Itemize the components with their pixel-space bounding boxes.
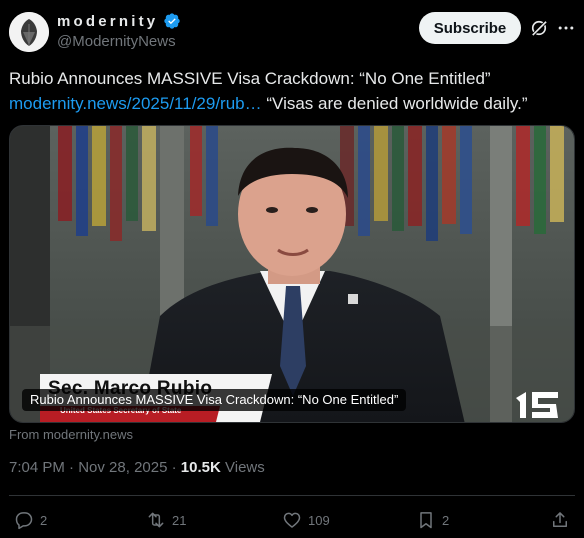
action-bar: 2 21 109 2 (0, 506, 584, 534)
share-button[interactable] (550, 506, 570, 534)
grok-icon[interactable] (529, 18, 549, 38)
account-handle[interactable]: @ModernityNews (57, 33, 176, 50)
verified-badge-icon (164, 13, 180, 29)
repost-button[interactable]: 21 (146, 506, 186, 534)
reply-count: 2 (40, 512, 48, 528)
like-count: 109 (308, 512, 330, 528)
heart-icon (283, 512, 301, 528)
views-count: 10.5K (180, 459, 221, 476)
bookmark-icon (420, 512, 432, 529)
account-name-row[interactable]: modernity (57, 12, 181, 30)
repost-count: 21 (172, 512, 187, 528)
tweet-date[interactable]: Nov 28, 2025 (78, 459, 167, 476)
tweet-text: Rubio Announces MASSIVE Visa Crackdown: … (9, 66, 575, 116)
reply-button[interactable]: 2 (14, 506, 47, 534)
avatar-logo-icon (9, 12, 49, 52)
repost-icon (148, 512, 164, 528)
display-name[interactable]: modernity (57, 13, 158, 30)
tweet-quote: “Visas are denied worldwide daily.” (266, 94, 528, 113)
tweet-time[interactable]: 7:04 PM (9, 459, 65, 476)
bookmark-count: 2 (442, 512, 450, 528)
subscribe-button[interactable]: Subscribe (419, 12, 521, 44)
tweet-link[interactable]: modernity.news/2025/11/29/rub… (9, 94, 262, 113)
share-icon (553, 512, 567, 527)
tweet-headline: Rubio Announces MASSIVE Visa Crackdown: … (9, 69, 491, 88)
bookmark-button[interactable]: 2 (416, 506, 449, 534)
more-options-icon[interactable] (556, 18, 576, 38)
like-button[interactable]: 109 (282, 506, 330, 534)
divider (9, 495, 575, 496)
link-source[interactable]: From modernity.news (9, 427, 133, 442)
media-caption: Rubio Announces MASSIVE Visa Crackdown: … (22, 389, 407, 411)
reply-icon (15, 512, 33, 530)
avatar[interactable] (9, 12, 49, 52)
tweet-meta: 7:04 PM · Nov 28, 2025 · 10.5K Views (9, 459, 265, 476)
media-card[interactable]: Sec. Marco Rubio United States Secretary… (9, 125, 575, 423)
views-label: Views (225, 459, 265, 476)
